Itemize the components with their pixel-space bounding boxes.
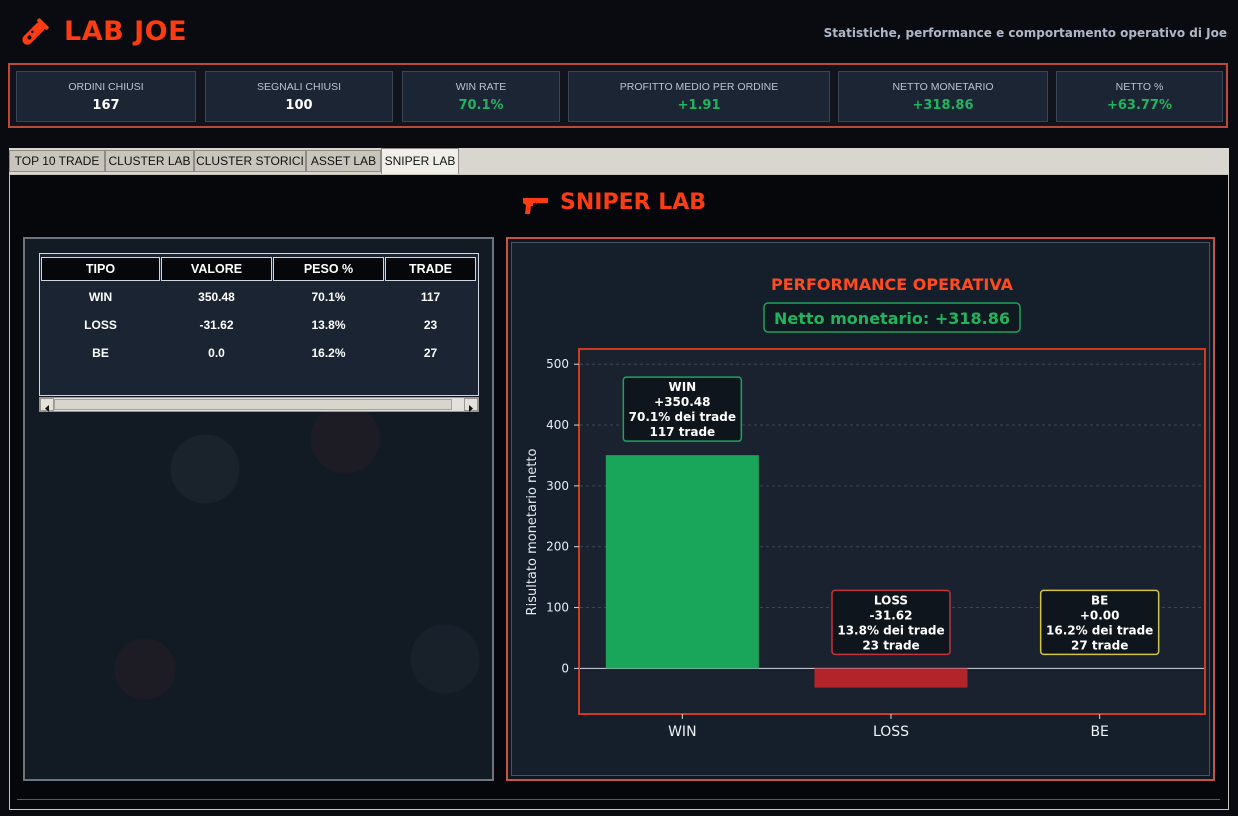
- stat-label: NETTO %: [1115, 81, 1164, 93]
- data-label: 23 trade: [862, 638, 919, 652]
- tab-asset-lab[interactable]: ASSET LAB: [306, 150, 381, 172]
- chevron-left-icon: [45, 405, 49, 412]
- app-subtitle: Statistiche, performance e comportamento…: [823, 26, 1227, 40]
- table-cell: WIN: [88, 290, 113, 304]
- tab-sniper-lab[interactable]: SNIPER LAB: [381, 148, 459, 174]
- scrollbar-thumb[interactable]: [54, 399, 452, 410]
- tab-cluster-lab[interactable]: CLUSTER LAB: [105, 150, 194, 172]
- data-label: 16.2% dei trade: [1046, 623, 1153, 637]
- performance-chart: PERFORMANCE OPERATIVA Netto monetario: +…: [525, 275, 1206, 740]
- stat-segnali-chiusi: SEGNALI CHIUSI 100: [205, 71, 393, 122]
- table-cell: LOSS: [84, 318, 117, 332]
- table-cell: 27: [423, 346, 438, 360]
- stat-value: 70.1%: [458, 98, 504, 113]
- test-tube-icon: [22, 18, 49, 45]
- table-header-trade: TRADE: [385, 257, 476, 281]
- data-label: BE: [1091, 593, 1108, 607]
- data-label: -31.62: [870, 608, 913, 622]
- footer-divider: [17, 799, 1220, 800]
- table-cell: 70.1%: [311, 290, 346, 304]
- gun-icon: [523, 198, 548, 214]
- stat-netto-percent: NETTO % +63.77%: [1056, 71, 1223, 122]
- bar-win: [605, 455, 759, 669]
- table-cell: -31.62: [199, 318, 234, 332]
- table-cell: 0.0: [208, 346, 225, 360]
- table-header-peso: PESO %: [273, 257, 384, 281]
- table-header-valore: VALORE: [161, 257, 272, 281]
- data-label: 70.1% dei trade: [629, 410, 736, 424]
- y-tick-label: 200: [546, 540, 569, 554]
- y-tick-label: 300: [546, 479, 569, 493]
- data-label: +350.48: [654, 395, 710, 409]
- chart-subtitle: Netto monetario: +318.86: [774, 309, 1010, 328]
- scroll-right-button[interactable]: [464, 398, 478, 412]
- stat-value: 100: [285, 98, 313, 113]
- stat-ordini-chiusi: ORDINI CHIUSI 167: [16, 71, 196, 122]
- table-header-tipo: TIPO: [41, 257, 160, 281]
- table-cell: 350.48: [198, 290, 235, 304]
- y-tick-label: 0: [561, 661, 569, 675]
- data-label: WIN: [668, 380, 696, 394]
- stat-profitto-medio: PROFITTO MEDIO PER ORDINE +1.91: [568, 71, 830, 122]
- stat-label: SEGNALI CHIUSI: [256, 81, 342, 93]
- x-ticks: WIN LOSS BE: [668, 714, 1109, 740]
- section-title-text: SNIPER LAB: [560, 190, 707, 215]
- data-label: LOSS: [874, 593, 908, 607]
- stats-bar: ORDINI CHIUSI 167 SEGNALI CHIUSI 100 WIN…: [8, 63, 1228, 128]
- tab-cluster-storici[interactable]: CLUSTER STORICI: [194, 150, 306, 172]
- stat-label: PROFITTO MEDIO PER ORDINE: [619, 81, 779, 93]
- y-tick-label: 100: [546, 601, 569, 615]
- stat-win-rate: WIN RATE 70.1%: [402, 71, 560, 122]
- x-tick-label: BE: [1090, 724, 1108, 740]
- stats-table: TIPO VALORE PESO % TRADE WIN 350.48 70.1…: [39, 253, 479, 396]
- data-label: +0.00: [1080, 608, 1120, 622]
- y-axis-label: Risultato monetario netto: [525, 449, 540, 616]
- x-tick-label: LOSS: [873, 724, 909, 740]
- y-tick-label: 500: [546, 357, 569, 371]
- tab-top-10-trade[interactable]: TOP 10 TRADE: [9, 150, 105, 172]
- data-label: 27 trade: [1071, 638, 1128, 652]
- horizontal-scrollbar[interactable]: [39, 397, 479, 412]
- stat-value: +318.86: [912, 98, 974, 113]
- stat-value: +63.77%: [1106, 98, 1173, 113]
- table-cell: 117: [420, 290, 441, 304]
- data-label: 117 trade: [649, 425, 715, 439]
- app-header: LAB JOE Statistiche, performance e compo…: [0, 0, 1238, 62]
- y-ticks: 0 100 200 300 400 500: [546, 357, 579, 675]
- table-cell: 13.8%: [311, 318, 346, 332]
- stat-label: WIN RATE: [455, 81, 507, 93]
- stat-netto-monetario: NETTO MONETARIO +318.86: [838, 71, 1048, 122]
- scroll-left-button[interactable]: [40, 398, 54, 412]
- x-tick-label: WIN: [668, 724, 696, 740]
- tab-bar: TOP 10 TRADE CLUSTER LAB CLUSTER STORICI…: [9, 148, 1229, 174]
- table-cell: 16.2%: [311, 346, 346, 360]
- app-title: LAB JOE: [64, 16, 188, 47]
- chart-title: PERFORMANCE OPERATIVA: [771, 275, 1014, 294]
- table-cell: BE: [92, 346, 109, 360]
- table-cell: 23: [423, 318, 438, 332]
- chevron-right-icon: [469, 405, 473, 412]
- y-tick-label: 400: [546, 418, 569, 432]
- bar-loss: [814, 668, 968, 688]
- data-label: 13.8% dei trade: [837, 623, 944, 637]
- stat-value: +1.91: [677, 98, 721, 113]
- stat-label: ORDINI CHIUSI: [68, 81, 144, 93]
- stat-label: NETTO MONETARIO: [892, 81, 994, 93]
- stat-value: 167: [92, 98, 120, 113]
